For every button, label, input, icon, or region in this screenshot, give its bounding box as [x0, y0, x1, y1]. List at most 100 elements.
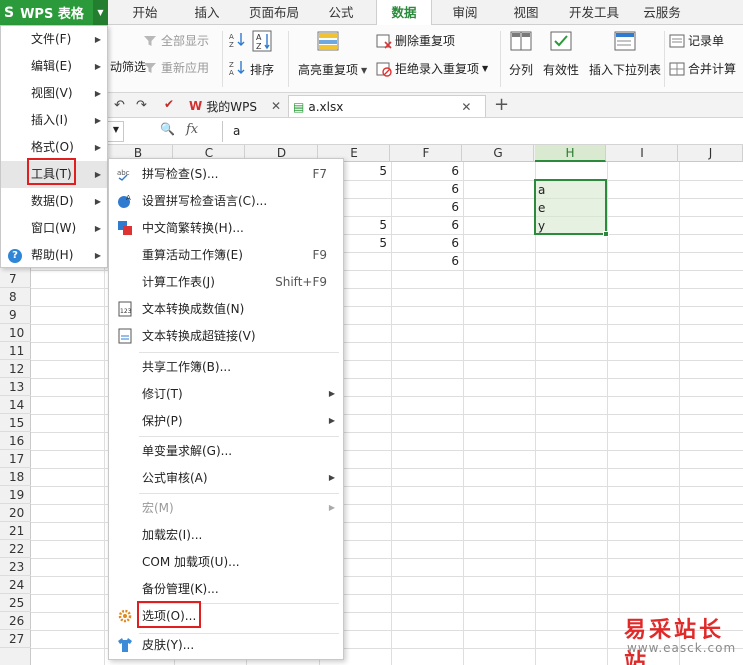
show-all-button[interactable]: 全部显示: [142, 32, 209, 49]
menu-item-format[interactable]: 格式(O) ▶: [1, 134, 107, 161]
app-menu-button[interactable]: S WPS 表格 ▼: [0, 0, 108, 25]
chevron-down-icon[interactable]: ▼: [361, 66, 367, 75]
row-header[interactable]: 10: [0, 324, 31, 342]
close-icon[interactable]: ✕: [461, 100, 471, 114]
menu-item-backup-manager[interactable]: 备份管理(K)...: [109, 576, 343, 602]
row-header[interactable]: 13: [0, 378, 31, 396]
menu-item-text-to-hyperlink[interactable]: 文本转换成超链接(V): [109, 323, 343, 349]
row-header[interactable]: 25: [0, 594, 31, 612]
menu-item-chinese-conversion[interactable]: 中文简繁转换(H)...: [109, 215, 343, 241]
row-header[interactable]: 18: [0, 468, 31, 486]
column-header-f[interactable]: F: [391, 145, 462, 162]
tab-formula[interactable]: 公式: [314, 0, 368, 25]
chevron-down-icon[interactable]: ▼: [113, 125, 119, 134]
column-header-g[interactable]: G: [463, 145, 534, 162]
menu-item-formula-audit[interactable]: 公式审核(A) ▶: [109, 465, 343, 491]
reject-duplicates-button[interactable]: 拒绝录入重复项 ▼: [376, 60, 488, 77]
redo-icon[interactable]: ↷: [136, 98, 147, 113]
menu-item-insert[interactable]: 插入(I) ▶: [1, 107, 107, 134]
sort-descending-icon[interactable]: ZA: [228, 59, 246, 77]
menu-item-edit[interactable]: 编辑(E) ▶: [1, 53, 107, 80]
menu-item-view[interactable]: 视图(V) ▶: [1, 80, 107, 107]
column-header-i[interactable]: I: [607, 145, 678, 162]
tab-developer[interactable]: 开发工具: [562, 0, 626, 25]
remove-duplicates-button[interactable]: 删除重复项: [376, 32, 455, 49]
menu-separator: [139, 493, 339, 494]
row-header[interactable]: 11: [0, 342, 31, 360]
row-header[interactable]: 22: [0, 540, 31, 558]
highlight-duplicates-button[interactable]: 高亮重复项: [298, 29, 358, 78]
row-header[interactable]: 8: [0, 288, 31, 306]
menu-item-text-to-number[interactable]: 123 文本转换成数值(N): [109, 296, 343, 322]
doc-tab-a-xlsx[interactable]: ▤ a.xlsx ✕: [288, 95, 486, 117]
cell-h2[interactable]: a: [535, 181, 607, 199]
formula-input[interactable]: a: [222, 121, 742, 142]
cell-f1[interactable]: 6: [391, 162, 463, 180]
menu-item-skin[interactable]: 皮肤(Y)...: [109, 632, 343, 658]
tab-data[interactable]: 数据: [376, 0, 432, 26]
menu-item-calc-sheet[interactable]: 计算工作表(J) Shift+F9: [109, 269, 343, 295]
undo-icon[interactable]: ↶: [114, 98, 125, 113]
menu-item-help[interactable]: ? 帮助(H) ▶: [1, 242, 107, 269]
auto-filter-button[interactable]: 动筛选: [110, 58, 146, 75]
chevron-down-icon[interactable]: ▼: [93, 0, 108, 25]
menu-item-protect[interactable]: 保护(P) ▶: [109, 408, 343, 434]
consolidate-button[interactable]: 合并计算: [669, 60, 736, 77]
cell-f4[interactable]: 6: [391, 216, 463, 234]
row-header[interactable]: 17: [0, 450, 31, 468]
menu-item-file[interactable]: 文件(F) ▶: [1, 26, 107, 53]
row-header[interactable]: 20: [0, 504, 31, 522]
tab-insert[interactable]: 插入: [180, 0, 234, 25]
menu-item-revisions[interactable]: 修订(T) ▶: [109, 381, 343, 407]
cell-f6[interactable]: 6: [391, 252, 463, 270]
tab-review[interactable]: 审阅: [440, 0, 490, 25]
row-header[interactable]: 7: [0, 270, 31, 288]
validity-button[interactable]: 有效性: [543, 29, 579, 78]
tab-start[interactable]: 开始: [118, 0, 172, 25]
row-header[interactable]: 21: [0, 522, 31, 540]
tab-cloud[interactable]: 云服务: [634, 0, 690, 25]
row-header[interactable]: 9: [0, 306, 31, 324]
tab-page-layout[interactable]: 页面布局: [242, 0, 306, 25]
row-header[interactable]: 19: [0, 486, 31, 504]
reapply-button[interactable]: 重新应用: [142, 59, 209, 76]
tab-view[interactable]: 视图: [500, 0, 552, 25]
ribbon: 动筛选 全部显示 重新应用 AZ ZA AZ 排序 高亮重复项 ▼ 删除重复项 …: [0, 25, 743, 93]
menu-item-com-addins[interactable]: COM 加载项(U)...: [109, 549, 343, 575]
close-icon[interactable]: ✕: [271, 99, 281, 113]
menu-item-load-macro[interactable]: 加载宏(I)...: [109, 522, 343, 548]
row-header[interactable]: 14: [0, 396, 31, 414]
insert-dropdown-list-button[interactable]: 插入下拉列表: [589, 29, 661, 78]
doc-tab-my-wps[interactable]: W 我的WPS ✕: [185, 95, 285, 117]
zoom-lookup-icon[interactable]: 🔍: [160, 122, 175, 136]
menu-item-goal-seek[interactable]: 单变量求解(G)...: [109, 438, 343, 464]
row-header[interactable]: 23: [0, 558, 31, 576]
split-column-button[interactable]: 分列: [509, 29, 533, 78]
row-header[interactable]: 15: [0, 414, 31, 432]
row-header[interactable]: 12: [0, 360, 31, 378]
row-header[interactable]: 26: [0, 612, 31, 630]
add-tab-icon[interactable]: +: [494, 94, 509, 115]
cell-h4[interactable]: y: [535, 217, 607, 235]
cell-f2[interactable]: 6: [391, 180, 463, 198]
cell-h3[interactable]: e: [535, 199, 607, 217]
sort-button[interactable]: AZ 排序: [250, 29, 274, 78]
menu-item-window[interactable]: 窗口(W) ▶: [1, 215, 107, 242]
pin-icon[interactable]: ✔: [164, 97, 174, 111]
row-header[interactable]: 27: [0, 630, 31, 648]
fx-icon[interactable]: fx: [186, 122, 198, 137]
validity-label: 有效性: [543, 63, 580, 77]
menu-item-data[interactable]: 数据(D) ▶: [1, 188, 107, 215]
cell-f3[interactable]: 6: [391, 198, 463, 216]
menu-item-recalc-workbook[interactable]: 重算活动工作簿(E) F9: [109, 242, 343, 268]
column-header-h[interactable]: H: [535, 145, 606, 162]
row-header[interactable]: 16: [0, 432, 31, 450]
menu-item-spell-language[interactable]: A 设置拼写检查语言(C)...: [109, 188, 343, 214]
sort-ascending-icon[interactable]: AZ: [228, 31, 246, 49]
menu-item-spell-check[interactable]: abc 拼写检查(S)... F7: [109, 161, 343, 187]
cell-f5[interactable]: 6: [391, 234, 463, 252]
menu-item-share-workbook[interactable]: 共享工作簿(B)...: [109, 354, 343, 380]
column-header-j[interactable]: J: [679, 145, 743, 162]
record-form-button[interactable]: 记录单: [669, 32, 724, 49]
row-header[interactable]: 24: [0, 576, 31, 594]
